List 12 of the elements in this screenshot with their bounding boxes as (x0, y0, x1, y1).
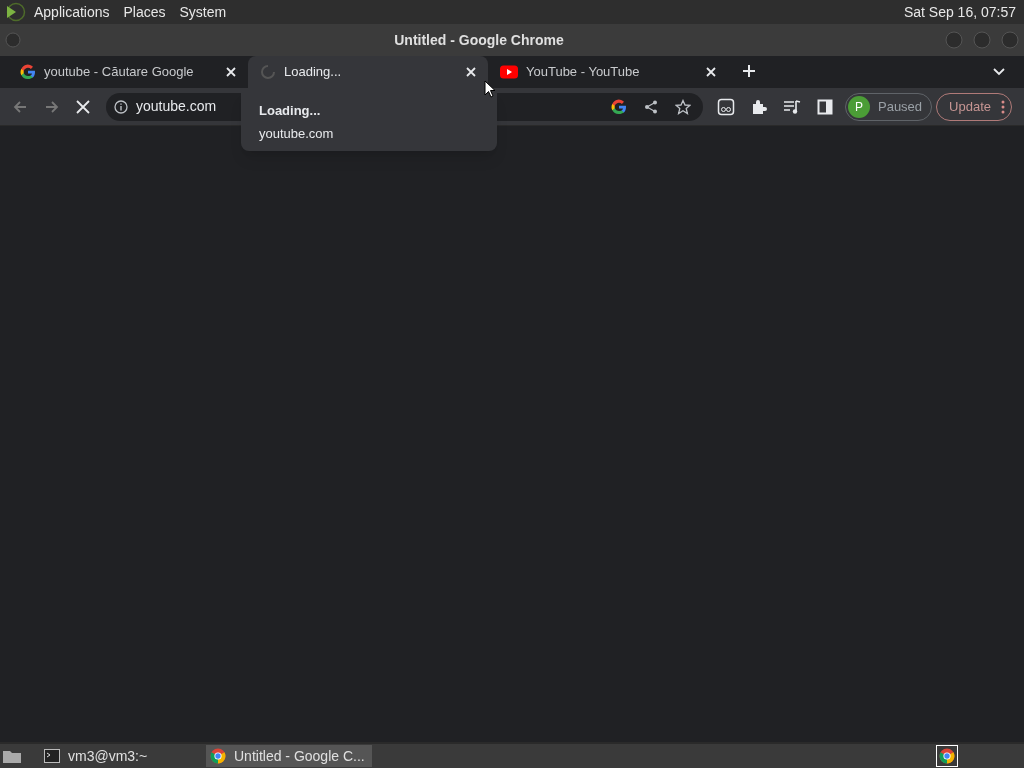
tab-title: YouTube - YouTube (526, 63, 641, 82)
profile-status: Paused (878, 97, 923, 116)
url-text: youtube.com (136, 97, 217, 116)
tab-title: youtube - Căutare Google (44, 63, 195, 82)
tab-title: Loading... (284, 63, 343, 82)
hover-card-title: Loading... (259, 102, 322, 120)
window-title: Untitled - Google Chrome (393, 30, 565, 50)
taskbar-window-label: vm3@vm3:~ (68, 746, 148, 766)
hover-card-domain: youtube.com (259, 124, 335, 143)
taskbar-window-label: Untitled - Google C... (234, 746, 365, 766)
profile-avatar: P (848, 95, 870, 118)
update-label: Update (949, 97, 991, 116)
